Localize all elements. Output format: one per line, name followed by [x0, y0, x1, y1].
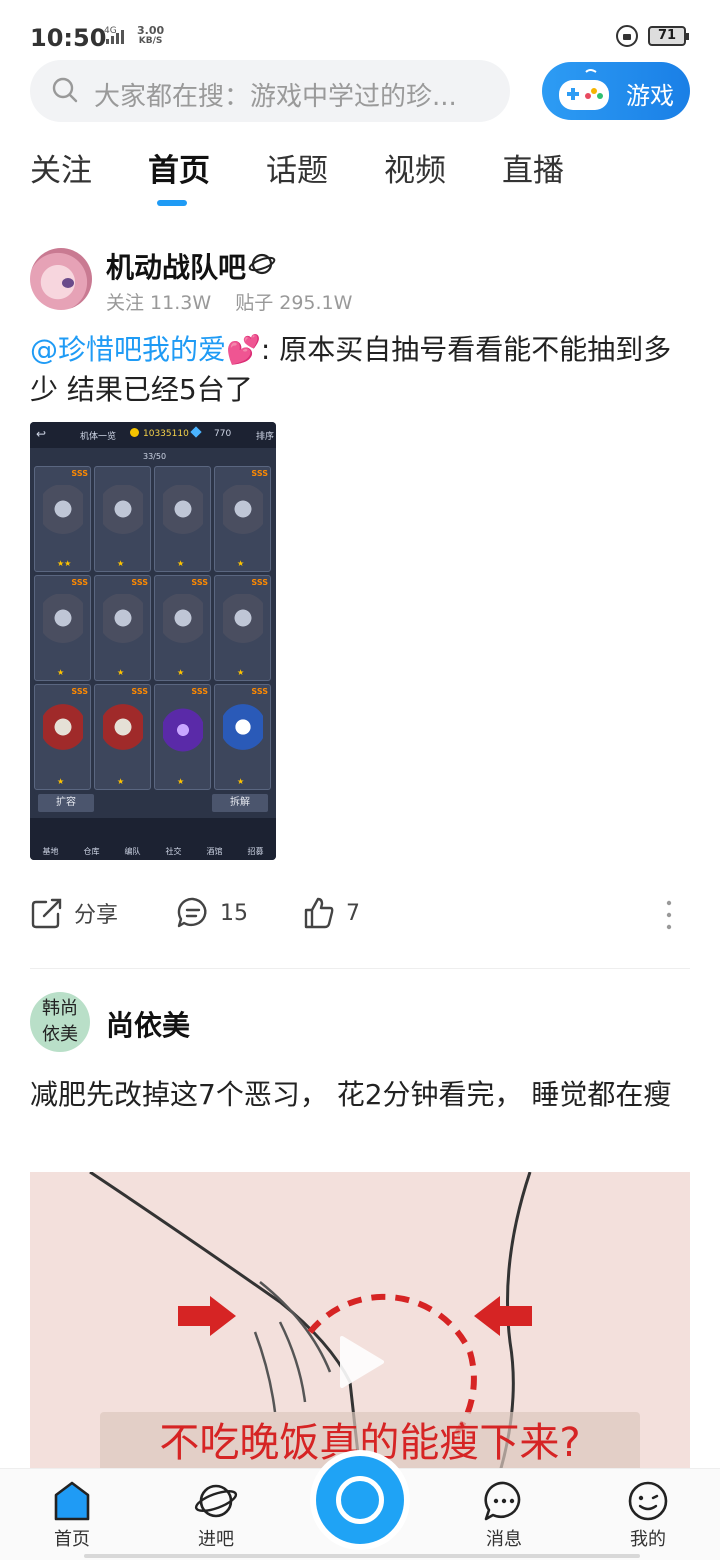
nav-mine[interactable]: 我的 [608, 1479, 688, 1551]
nav-forums[interactable]: 进吧 [176, 1479, 256, 1551]
avatar-text-top: 韩尚 [42, 998, 78, 1019]
game-gold: 10335110 [143, 429, 189, 439]
post-text[interactable]: @珍惜吧我的爱💕: 原本买自抽号看看能不能抽到多少 结果已经5台了 [30, 330, 690, 410]
mech-card: SSS ★ [154, 575, 211, 681]
tab-live[interactable]: 直播 [502, 145, 564, 190]
speed-value: 3.00 [137, 24, 165, 37]
status-bar: 10:50 4G 3.00 KB/S 71 [0, 0, 720, 66]
gamepad-icon [559, 69, 609, 110]
mech-card: SSS ★ [214, 575, 271, 681]
mech-grid: SSS ★★ ★ ★ SSS ★ SSS ★ SSS ★ SSS ★ SSS ★ SSS ★ … [34, 466, 272, 790]
mech-card: SSS ★ [214, 466, 271, 572]
nav-messages-label: 消息 [486, 1529, 522, 1550]
game-nav: 基地 仓库 编队 社交 酒馆 招募 [30, 818, 276, 860]
nav-mine-label: 我的 [630, 1529, 666, 1550]
video-thumbnail[interactable]: 不吃晚饭真的能瘦下来? [30, 1172, 690, 1472]
play-icon[interactable] [336, 1334, 386, 1390]
speed-unit: KB/S [138, 36, 163, 46]
mech-card: ★ [154, 466, 211, 572]
post-image[interactable]: ↩ 机体一览 10335110 770 排序 33/50 SSS ★★ ★ ★ S… [30, 422, 276, 860]
tab-topics[interactable]: 话题 [266, 145, 328, 190]
game-nav-social: 社交 [165, 847, 182, 856]
game-expand-button: 扩容 [38, 794, 94, 812]
share-label: 分享 [74, 903, 119, 928]
thumbs-up-icon [304, 897, 334, 929]
mech-card: SSS ★ [154, 684, 211, 790]
coin-icon [130, 428, 139, 437]
comment-count: 15 [220, 900, 248, 926]
mech-card: SSS ★ [34, 684, 91, 790]
game-header: ↩ 机体一览 10335110 770 排序 [30, 422, 276, 448]
game-nav-base: 基地 [42, 847, 59, 856]
battery-icon: 71 [648, 26, 689, 46]
post-title[interactable]: 减肥先改掉这7个恶习， 花2分钟看完， 睡觉都在瘦 [30, 1074, 690, 1116]
author-name[interactable]: 尚依美 [106, 1004, 190, 1044]
tab-follow[interactable]: 关注 [30, 145, 92, 190]
game-nav-recruit: 招募 [247, 847, 264, 856]
search-placeholder: 大家都在搜：游戏中学过的珍... [94, 82, 457, 112]
post-actions: 分享 15 7 [30, 896, 690, 936]
forum-followers: 关注 11.3W [106, 292, 212, 314]
planet-icon [248, 253, 276, 275]
like-button[interactable]: 7 [302, 896, 360, 930]
back-icon: ↩ [36, 427, 47, 441]
signal-icon [106, 30, 124, 44]
nav-home[interactable]: 首页 [32, 1479, 112, 1551]
top-tabs: 关注 首页 话题 视频 直播 [30, 145, 620, 190]
gesture-bar[interactable] [84, 1554, 640, 1558]
avatar-text-bottom: 依美 [42, 1024, 78, 1045]
post-divider [30, 968, 690, 969]
mention-link[interactable]: @珍惜吧我的爱 [30, 333, 226, 366]
comment-button[interactable]: 15 [176, 896, 248, 930]
more-vertical-icon[interactable] [666, 898, 672, 932]
tab-home[interactable]: 首页 [148, 145, 210, 190]
rotation-lock-icon [616, 25, 638, 47]
comment-icon [177, 897, 207, 928]
game-button[interactable]: 游戏 [542, 62, 690, 120]
active-tab-indicator [157, 200, 187, 206]
forum-posts: 贴子 295.1W [235, 292, 353, 314]
game-header-title: 机体一览 [80, 432, 117, 442]
like-count: 7 [346, 900, 360, 926]
share-button[interactable]: 分享 [30, 896, 118, 930]
game-sort: 排序 [256, 432, 275, 442]
search-icon [52, 77, 78, 103]
game-count: 33/50 [143, 452, 167, 461]
nav-home-label: 首页 [54, 1529, 90, 1550]
mech-card: SSS ★ [94, 575, 151, 681]
forum-name[interactable]: 机动战队吧 [106, 246, 246, 286]
profile-face-icon [628, 1481, 668, 1521]
message-icon [484, 1481, 521, 1521]
tab-video[interactable]: 视频 [384, 145, 446, 190]
game-button-label: 游戏 [626, 82, 674, 110]
forum-avatar[interactable] [30, 248, 92, 310]
game-nav-team: 编队 [124, 847, 141, 856]
nav-forums-label: 进吧 [198, 1529, 234, 1550]
game-nav-tavern: 酒馆 [206, 847, 223, 856]
planet-nav-icon [194, 1484, 238, 1518]
mech-card: SSS ★ [34, 575, 91, 681]
mech-card: SSS ★ [94, 684, 151, 790]
game-gems: 770 [214, 429, 232, 439]
share-icon [31, 898, 62, 929]
search-bar[interactable]: 大家都在搜：游戏中学过的珍... [30, 60, 510, 122]
center-action-button[interactable] [316, 1456, 404, 1544]
game-dismantle-button: 拆解 [212, 794, 268, 812]
heart-emoji: 💕 [226, 333, 261, 366]
gem-icon [190, 426, 202, 438]
network-speed: 3.00 KB/S [137, 25, 164, 47]
mech-card: SSS ★★ [34, 466, 91, 572]
home-icon [54, 1481, 90, 1521]
nav-messages[interactable]: 消息 [464, 1479, 544, 1551]
forum-stats: 关注 11.3W 贴子 295.1W [106, 288, 370, 315]
status-time: 10:50 [30, 24, 107, 52]
mech-card: SSS ★ [214, 684, 271, 790]
game-nav-storage: 仓库 [83, 847, 100, 856]
author-avatar[interactable]: 韩尚 依美 [30, 992, 90, 1052]
mech-card: ★ [94, 466, 151, 572]
